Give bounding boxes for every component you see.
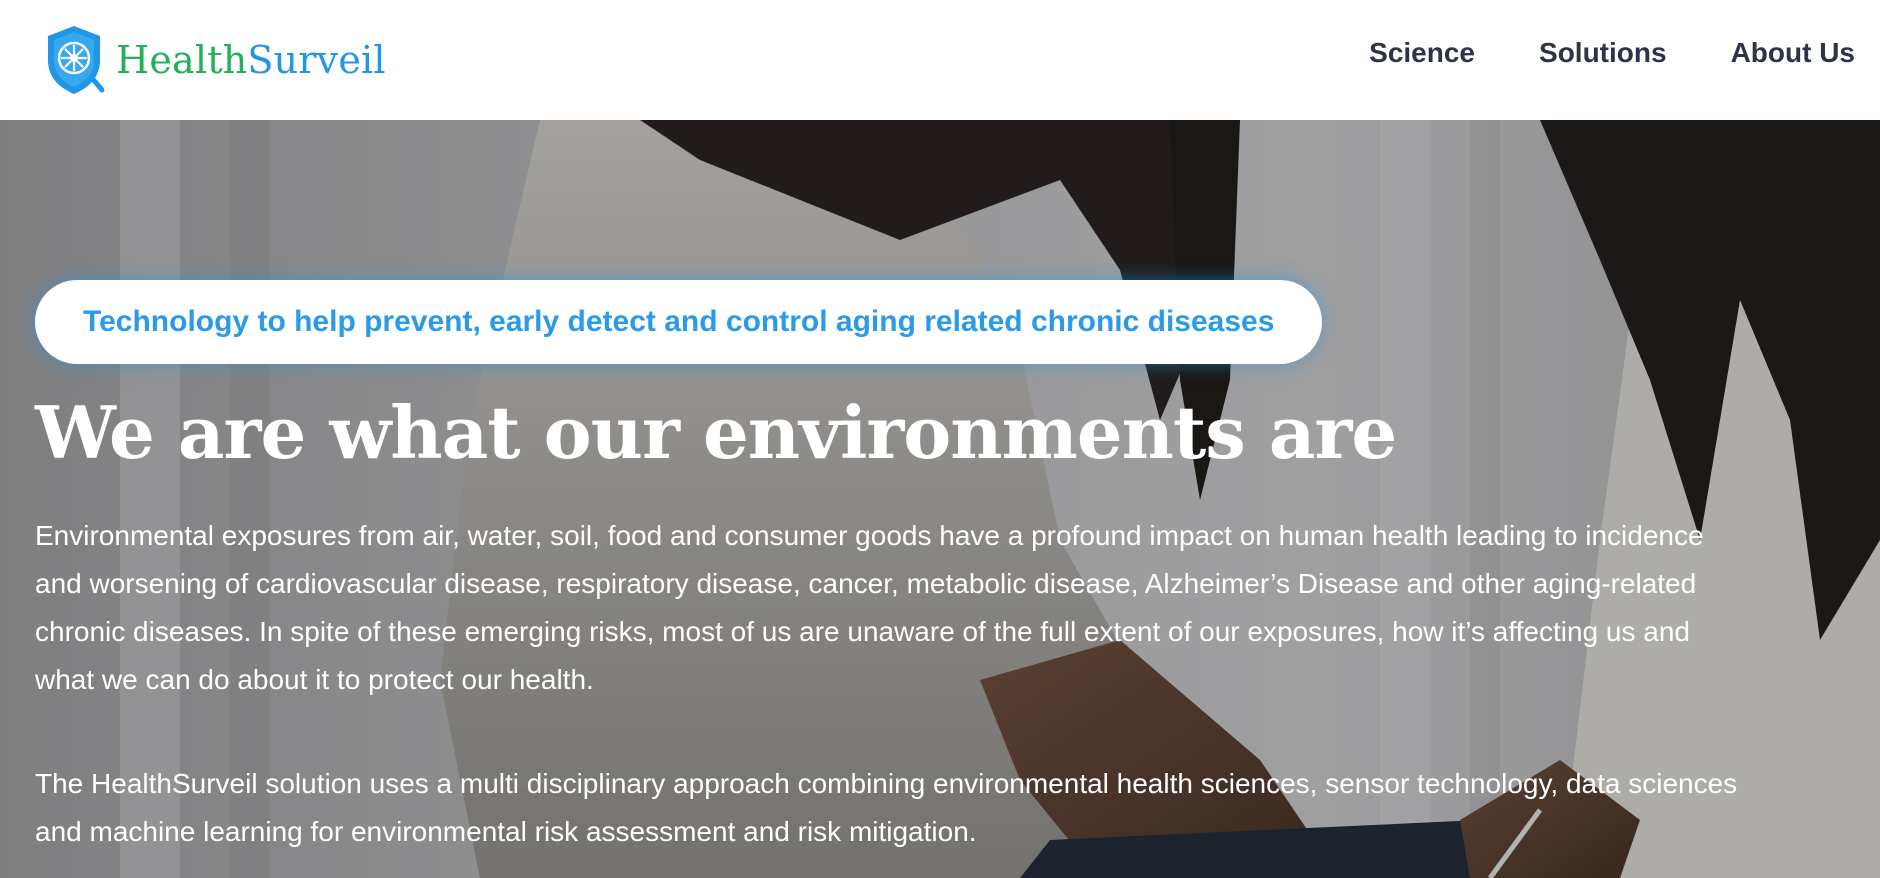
brand-name: HealthSurveil <box>116 41 386 79</box>
main-nav: Science Solutions About Us <box>1369 37 1855 69</box>
site-header: HealthSurveil Science Solutions About Us <box>0 0 1880 120</box>
tagline-text: Technology to help prevent, early detect… <box>83 305 1275 338</box>
nav-link-science[interactable]: Science <box>1369 37 1475 69</box>
hero-section: Technology to help prevent, early detect… <box>0 120 1880 878</box>
shield-snowflake-icon <box>48 26 105 94</box>
hero-paragraph-solution: The HealthSurveil solution uses a multi … <box>35 768 1738 847</box>
hero-body: Environmental exposures from air, water,… <box>35 512 1755 856</box>
hero-paragraph-exposures: Environmental exposures from air, water,… <box>35 520 1704 695</box>
brand-name-health: Health <box>116 38 248 82</box>
brand-logo-link[interactable]: HealthSurveil <box>42 24 386 96</box>
nav-link-about-us[interactable]: About Us <box>1731 37 1855 69</box>
brand-name-surveil: Surveil <box>247 38 386 82</box>
tagline-pill: Technology to help prevent, early detect… <box>35 280 1323 364</box>
hero-title: We are what our environments are <box>35 390 1397 475</box>
nav-link-solutions[interactable]: Solutions <box>1539 37 1667 69</box>
